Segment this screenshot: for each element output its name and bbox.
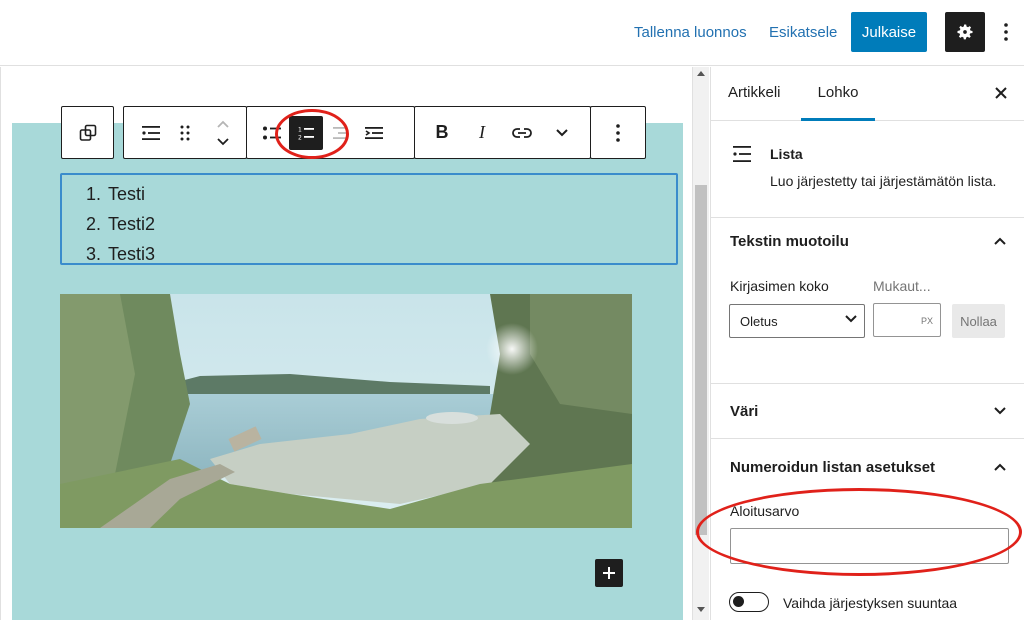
formatting-group: B I	[414, 106, 591, 159]
settings-button[interactable]	[945, 12, 985, 52]
transform-button[interactable]	[71, 116, 105, 150]
lake-landscape-image	[60, 294, 632, 528]
image-block[interactable]	[60, 294, 632, 528]
font-size-value: Oletus	[740, 314, 778, 329]
block-card-description: Luo järjestetty tai järjestämätön lista.	[770, 173, 997, 189]
plus-icon	[603, 567, 615, 579]
panel-typography-title: Tekstin muotoilu	[730, 232, 849, 250]
sidebar-tabs: Artikkeli Lohko	[711, 67, 1024, 121]
chevron-up-icon	[994, 237, 1006, 245]
reverse-order-label: Vaihda järjestyksen suuntaa	[783, 595, 958, 611]
italic-icon: I	[479, 122, 485, 142]
block-options-button[interactable]	[601, 116, 635, 150]
font-size-label: Kirjasimen koko	[730, 278, 829, 294]
tab-block[interactable]: Lohko	[801, 67, 875, 121]
list-icon	[733, 146, 751, 162]
save-draft-button[interactable]: Tallenna luonnos	[634, 24, 747, 41]
chevron-down-icon	[845, 315, 857, 323]
block-options-group	[590, 106, 646, 159]
list-icon	[142, 125, 160, 140]
block-options-icon	[616, 123, 620, 142]
scroll-down-arrow-icon[interactable]	[697, 607, 705, 612]
chevron-down-icon	[994, 407, 1006, 415]
link-icon	[512, 127, 532, 138]
outdent-button[interactable]	[323, 116, 357, 150]
list-item[interactable]: Testi	[106, 179, 676, 209]
editor-scrollbar[interactable]	[692, 67, 709, 620]
vertical-ellipsis-icon	[1004, 23, 1008, 41]
list-block-button[interactable]	[134, 116, 168, 150]
panel-color-title: Väri	[730, 402, 759, 420]
svg-text:2: 2	[298, 134, 302, 141]
panel-numbered-list-toggle[interactable]: Numeroidun listan asetukset	[711, 439, 1024, 495]
font-size-select[interactable]: Oletus	[729, 304, 865, 338]
italic-button[interactable]: I	[465, 116, 499, 150]
custom-size-label: Mukaut...	[873, 278, 931, 294]
gear-icon	[957, 24, 973, 40]
link-button[interactable]	[505, 116, 539, 150]
outdent-icon	[333, 126, 347, 139]
add-block-button[interactable]	[595, 559, 623, 587]
bold-button[interactable]: B	[425, 116, 459, 150]
more-options-chevron-icon	[556, 128, 568, 136]
editor-header: Tallenna luonnos Esikatsele Julkaise	[0, 0, 1024, 66]
block-card-title: Lista	[770, 146, 803, 162]
scroll-thumb[interactable]	[695, 185, 707, 535]
block-mover	[210, 113, 236, 153]
ordered-list: Testi Testi2 Testi3	[106, 179, 676, 269]
reverse-order-toggle[interactable]	[729, 592, 769, 612]
publish-button[interactable]: Julkaise	[851, 12, 927, 52]
start-value-label: Aloitusarvo	[730, 503, 800, 519]
more-menu-button[interactable]	[996, 18, 1016, 46]
scroll-up-arrow-icon[interactable]	[697, 71, 705, 76]
block-card: Lista Luo järjestetty tai järjestämätön …	[711, 122, 1024, 218]
transform-icon	[79, 124, 96, 141]
unordered-list-button[interactable]	[255, 116, 289, 150]
block-transform-group	[61, 106, 114, 159]
ordered-list-button[interactable]: 1 2	[289, 115, 323, 150]
preview-button[interactable]: Esikatsele	[769, 24, 837, 41]
unit-label: PX	[920, 316, 933, 326]
move-down-icon[interactable]	[216, 137, 230, 147]
drag-handle-button[interactable]	[168, 116, 202, 150]
ordered-list-icon: 1 2	[298, 126, 314, 141]
panel-color-toggle[interactable]: Väri	[711, 383, 1024, 439]
list-item[interactable]: Testi3	[106, 239, 676, 269]
bold-icon: B	[435, 122, 449, 142]
toggle-knob	[733, 596, 744, 607]
panel-typography-toggle[interactable]: Tekstin muotoilu	[711, 213, 1024, 269]
list-item[interactable]: Testi2	[106, 209, 676, 239]
block-parent-group	[123, 106, 247, 159]
custom-size-input[interactable]: PX	[873, 303, 941, 337]
settings-sidebar: Artikkeli Lohko Lista Luo järjestetty ta…	[710, 67, 1024, 620]
reset-button[interactable]: Nollaa	[952, 304, 1005, 338]
close-sidebar-button[interactable]	[991, 83, 1011, 103]
panel-numbered-list-title: Numeroidun listan asetukset	[730, 458, 936, 476]
list-type-group: 1 2	[246, 106, 415, 159]
unordered-list-icon	[263, 126, 281, 139]
more-formatting-button[interactable]	[545, 116, 579, 150]
indent-icon	[365, 126, 383, 139]
indent-button[interactable]	[357, 116, 391, 150]
svg-text:1: 1	[298, 126, 302, 133]
drag-handle-icon	[180, 125, 190, 140]
start-value-input[interactable]	[730, 528, 1009, 564]
list-block[interactable]: Testi Testi2 Testi3	[60, 173, 678, 265]
move-up-icon[interactable]	[216, 119, 230, 129]
close-icon	[995, 87, 1007, 99]
chevron-up-icon	[994, 463, 1006, 471]
tab-article[interactable]: Artikkeli	[728, 67, 781, 121]
